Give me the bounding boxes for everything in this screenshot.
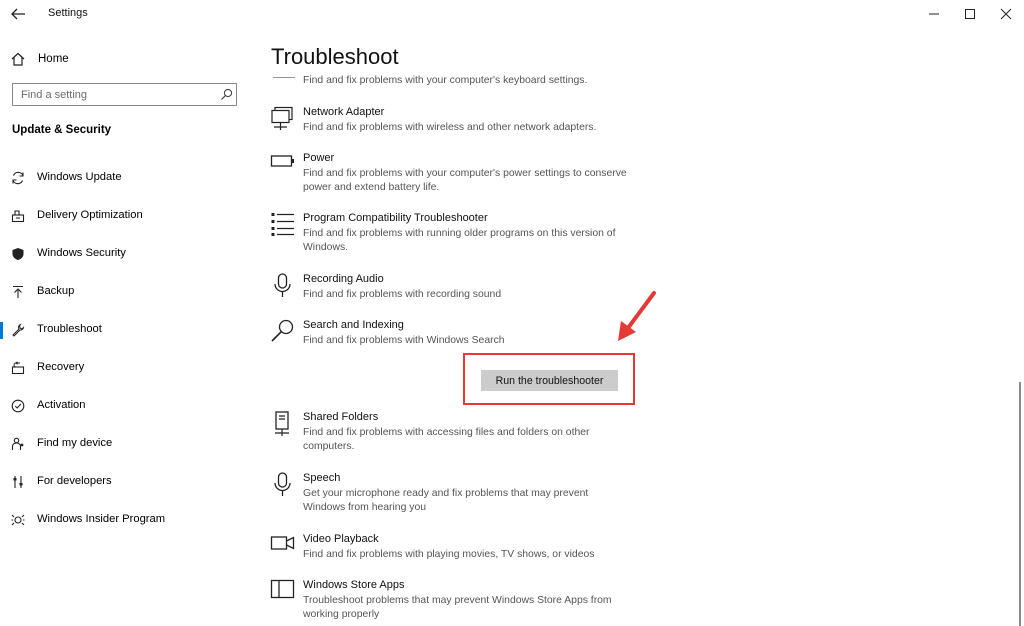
run-button-highlight-box: Run the troubleshooter: [463, 353, 635, 405]
troubleshooter-description: Find and fix problems with Windows Searc…: [303, 335, 505, 346]
battery-icon: [270, 155, 294, 167]
run-troubleshooter-button[interactable]: Run the troubleshooter: [481, 370, 618, 391]
sidebar-item-label: Troubleshoot: [37, 323, 102, 335]
troubleshooter-description: Find and fix problems with running older…: [303, 228, 616, 253]
close-icon: [1000, 8, 1012, 20]
back-arrow-icon: [11, 8, 25, 20]
troubleshooter-description: Find and fix problems with your computer…: [303, 168, 627, 193]
troubleshooter-name: Speech: [303, 472, 341, 484]
minimize-icon: [929, 13, 939, 15]
search-input[interactable]: [19, 86, 213, 104]
delivery-optimization-icon: [11, 210, 25, 223]
troubleshooter-name: Video Playback: [303, 533, 379, 545]
troubleshooter-name: Program Compatibility Troubleshooter: [303, 212, 488, 224]
video-camera-icon: [270, 536, 295, 550]
keyboard-icon-partial: [273, 77, 295, 78]
minimize-button[interactable]: [924, 4, 944, 24]
troubleshooter-name: Recording Audio: [303, 273, 384, 285]
troubleshooter-name: Shared Folders: [303, 411, 379, 423]
sidebar-item-label: Backup: [37, 285, 75, 297]
sidebar-item-windows-update[interactable]: Windows Update: [0, 164, 255, 192]
troubleshooter-name: Search and Indexing: [303, 319, 404, 331]
troubleshooter-description: Get your microphone ready and fix proble…: [303, 488, 589, 513]
maximize-icon: [965, 9, 975, 19]
sidebar-item-label: Activation: [37, 399, 86, 411]
search-icon: [221, 88, 233, 100]
sidebar-item-backup[interactable]: Backup: [0, 278, 255, 306]
shield-icon: [12, 248, 24, 260]
title-bar: Settings: [0, 0, 1024, 28]
troubleshooter-description: Find and fix problems with recording sou…: [303, 289, 502, 300]
sync-icon: [12, 171, 24, 185]
sidebar-item-label: Delivery Optimization: [37, 209, 143, 221]
developer-sliders-icon: [13, 476, 23, 488]
sidebar-item-label: Find my device: [37, 437, 113, 449]
maximize-button[interactable]: [960, 4, 980, 24]
backup-upload-icon: [13, 285, 23, 298]
selection-indicator: [0, 322, 3, 339]
sidebar-item-label: Windows Update: [37, 171, 122, 183]
back-button[interactable]: [6, 3, 30, 25]
sidebar-item-label: For developers: [37, 475, 112, 487]
sidebar-item-label: Windows Security: [37, 247, 126, 259]
troubleshooter-description: Find and fix problems with wireless and …: [303, 122, 597, 133]
insider-icon: [11, 514, 25, 526]
recovery-icon: [11, 361, 25, 375]
troubleshooter-description: Find and fix problems with playing movie…: [303, 549, 595, 560]
person-location-icon: [11, 437, 24, 450]
troubleshooter-description: Troubleshoot problems that may prevent W…: [303, 595, 612, 620]
sidebar: Home Update & Security Windows Update De…: [0, 28, 255, 626]
sidebar-item-activation[interactable]: Activation: [0, 392, 255, 420]
troubleshooter-name: Windows Store Apps: [303, 579, 405, 591]
home-label: Home: [38, 53, 69, 65]
troubleshooter-name: Network Adapter: [303, 106, 385, 118]
sidebar-item-windows-insider-program[interactable]: Windows Insider Program: [0, 506, 255, 534]
troubleshooter-name: Power: [303, 152, 335, 164]
troubleshooter-description: Find and fix problems with accessing fil…: [303, 427, 590, 452]
close-button[interactable]: [996, 4, 1016, 24]
list-icon: [271, 213, 294, 236]
search-icon: [271, 319, 294, 342]
sidebar-item-for-developers[interactable]: For developers: [0, 468, 255, 496]
sidebar-item-recovery[interactable]: Recovery: [0, 354, 255, 382]
section-title: Update & Security: [12, 124, 112, 136]
microphone-icon: [274, 273, 291, 297]
sidebar-item-windows-security[interactable]: Windows Security: [0, 240, 255, 268]
home-link[interactable]: Home: [10, 50, 69, 68]
network-adapter-icon: [271, 106, 293, 130]
sidebar-item-find-my-device[interactable]: Find my device: [0, 430, 255, 458]
sidebar-item-delivery-optimization[interactable]: Delivery Optimization: [0, 202, 255, 230]
home-icon: [11, 52, 25, 66]
store-apps-icon: [270, 579, 295, 599]
page-title: Troubleshoot: [271, 44, 399, 69]
window-title: Settings: [48, 7, 88, 19]
sidebar-item-label: Windows Insider Program: [37, 513, 166, 525]
scrollbar-thumb[interactable]: [1019, 382, 1021, 626]
find-setting-search[interactable]: [12, 83, 237, 106]
shared-folders-icon: [275, 411, 289, 436]
sidebar-item-troubleshoot[interactable]: Troubleshoot: [0, 316, 255, 344]
microphone-icon: [274, 472, 291, 496]
wrench-icon: [12, 323, 25, 337]
activation-check-icon: [11, 399, 25, 413]
red-arrow-annotation-icon: [618, 291, 656, 341]
sidebar-item-label: Recovery: [37, 361, 85, 373]
keyboard-description: Find and fix problems with your computer…: [303, 75, 588, 86]
